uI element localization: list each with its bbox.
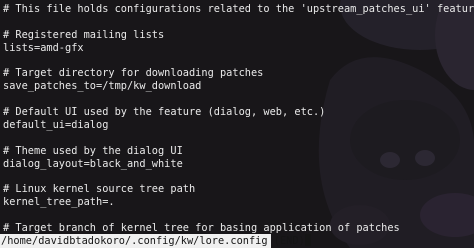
buffer-line (3, 93, 474, 106)
buffer-line: lists=amd-gfx (3, 41, 84, 54)
buffer-line (3, 132, 474, 145)
buffer-line: # Target directory for downloading patch… (3, 67, 264, 80)
buffer-line: # Registered mailing lists (3, 28, 165, 41)
buffer-line: kernel_tree_path=. (3, 196, 115, 209)
buffer-line (3, 171, 474, 184)
status-file-info: /home/davidbtadokoro/.config/kw/lore.con… (1, 235, 305, 247)
buffer-line: default_ui=dialog (3, 119, 109, 132)
buffer-line: # Linux kernel source tree path (3, 183, 196, 196)
buffer-line: # Default UI used by the feature (dialog… (3, 106, 326, 119)
buffer-line: # Theme used by the dialog UI (3, 144, 183, 157)
file-content[interactable]: # This file holds configurations related… (3, 3, 474, 248)
buffer-line: dialog_layout=black_and_white (3, 157, 183, 170)
pager-status-line: /home/davidbtadokoro/.config/kw/lore.con… (0, 234, 311, 248)
buffer-line (3, 209, 474, 222)
terminal-window[interactable]: # This file holds configurations related… (0, 0, 474, 248)
buffer-line (3, 16, 474, 29)
buffer-line: # This file holds configurations related… (3, 3, 474, 15)
buffer-line: save_patches_to=/tmp/kw_download (3, 80, 202, 93)
buffer-line (3, 55, 474, 68)
cursor (304, 234, 311, 246)
